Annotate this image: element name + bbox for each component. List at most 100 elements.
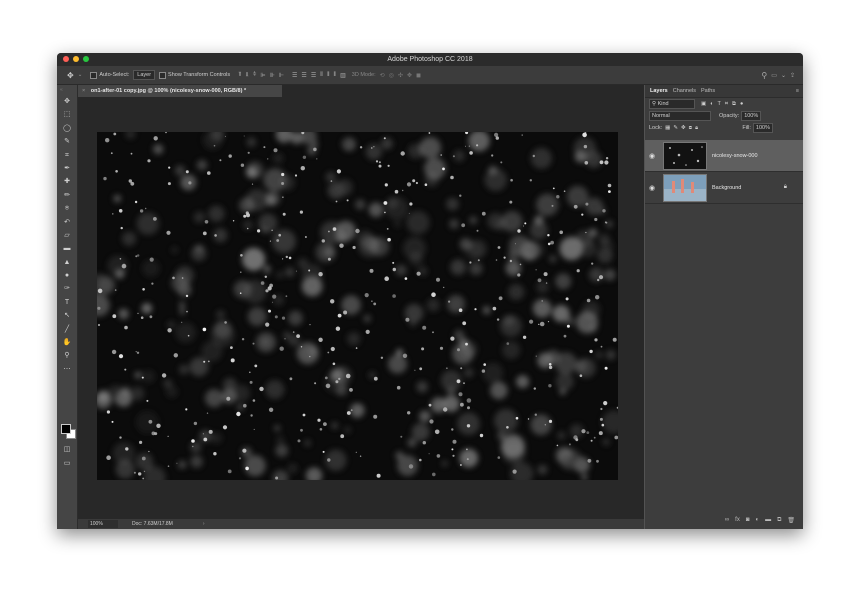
close-tab-icon[interactable]: × <box>82 88 85 94</box>
fill-field[interactable]: 100% <box>752 123 773 133</box>
filter-toggle-icon[interactable]: ● <box>740 101 743 107</box>
filter-shape-icon[interactable]: ⌗ <box>725 101 728 108</box>
share-icon[interactable]: ⇪ <box>790 72 795 79</box>
3d-roll-icon[interactable]: ◎ <box>389 72 394 79</box>
dodge-tool[interactable]: ● <box>57 269 77 282</box>
lock-position-icon[interactable]: ✥ <box>681 125 686 131</box>
crop-tool[interactable]: ⌗ <box>57 149 77 162</box>
workspace-icon[interactable]: ▭ <box>771 72 777 79</box>
visibility-eye-icon[interactable]: ◉ <box>645 184 659 192</box>
screen-mode-icon[interactable]: ▭ <box>57 459 77 467</box>
3d-orbit-icon[interactable]: ⟲ <box>380 72 385 79</box>
filter-type-icon[interactable]: T <box>718 101 721 107</box>
gradient-tool[interactable]: ▬ <box>57 242 77 255</box>
3d-drag-icon[interactable]: ✣ <box>398 72 403 79</box>
align-left-icon[interactable]: ⊫ <box>260 72 265 79</box>
panel-collapse-icon[interactable]: « <box>57 85 77 95</box>
type-tool[interactable]: T <box>57 296 77 309</box>
distribute-right-icon[interactable]: ⦀ <box>333 72 336 79</box>
filter-pixel-icon[interactable]: ▣ <box>701 101 706 107</box>
blend-row: Normal Opacity: 100% <box>645 110 803 122</box>
history-brush-tool[interactable]: ↶ <box>57 216 77 229</box>
auto-align-icon[interactable]: ▥ <box>340 72 346 79</box>
layer-style-icon[interactable]: fx <box>735 517 740 523</box>
auto-select-checkbox[interactable] <box>90 71 98 79</box>
distribute-hcenter-icon[interactable]: ⦀ <box>327 72 330 79</box>
blend-mode-dropdown[interactable]: Normal <box>649 111 711 121</box>
status-menu-arrow-icon[interactable]: › <box>203 521 205 527</box>
3d-scale-icon[interactable]: ◼ <box>416 72 421 79</box>
filter-smart-icon[interactable]: ⧉ <box>732 101 736 108</box>
layer-row[interactable]: ◉ nicolesy-snow-000 <box>645 140 803 172</box>
link-layers-icon[interactable]: ∞ <box>725 517 729 523</box>
more-tools[interactable]: ⋯ <box>57 363 77 376</box>
distribute-bottom-icon[interactable]: ☰ <box>311 72 316 79</box>
adjustment-layer-icon[interactable]: ◐ <box>755 517 759 523</box>
align-right-icon[interactable]: ⊩ <box>279 72 284 79</box>
move-icon[interactable]: ✥ <box>67 71 74 80</box>
search-icon[interactable]: ⚲ <box>761 71 767 80</box>
layer-name[interactable]: Background <box>712 185 741 191</box>
auto-select-label: Auto-Select: <box>99 72 130 78</box>
healing-tool[interactable]: ✚ <box>57 175 77 188</box>
lasso-tool[interactable]: ◯ <box>57 122 77 135</box>
document-tab-title: on1-after-01 copy.jpg @ 100% (nicolesy-s… <box>90 88 247 94</box>
workspace-chevron-icon[interactable]: ⌄ <box>781 72 786 79</box>
close-window-button[interactable] <box>63 56 69 62</box>
visibility-eye-icon[interactable]: ◉ <box>645 152 659 160</box>
image-canvas[interactable] <box>97 132 618 480</box>
opacity-field[interactable]: 100% <box>741 111 762 121</box>
lock-transparency-icon[interactable]: ▦ <box>665 125 670 131</box>
add-mask-icon[interactable]: ◙ <box>746 517 750 523</box>
zoom-window-button[interactable] <box>83 56 89 62</box>
distribute-vcenter-icon[interactable]: ☰ <box>301 72 306 79</box>
pen-tool[interactable]: ✑ <box>57 282 77 295</box>
tab-layers[interactable]: Layers <box>650 88 668 94</box>
line-tool[interactable]: ╱ <box>57 323 77 336</box>
lock-pixels-icon[interactable]: ✎ <box>673 125 678 131</box>
layer-name[interactable]: nicolesy-snow-000 <box>712 153 758 159</box>
document-area: × on1-after-01 copy.jpg @ 100% (nicolesy… <box>78 85 644 529</box>
auto-select-dropdown[interactable]: Layer <box>133 70 156 80</box>
tab-paths[interactable]: Paths <box>701 88 715 94</box>
minimize-window-button[interactable] <box>73 56 79 62</box>
show-transform-checkbox[interactable] <box>159 71 167 79</box>
path-select-tool[interactable]: ↖ <box>57 309 77 322</box>
chevron-down-icon[interactable]: ⌄ <box>78 72 83 78</box>
zoom-level-field[interactable]: 100% <box>88 520 118 528</box>
lock-artboard-icon[interactable]: ⧈ <box>689 125 693 132</box>
new-group-icon[interactable]: ▬ <box>765 517 771 523</box>
distribute-left-icon[interactable]: ⦀ <box>320 72 323 79</box>
align-top-icon[interactable]: ⫪ <box>238 72 241 79</box>
clone-stamp-tool[interactable]: ⍟ <box>57 202 77 215</box>
eyedropper-tool[interactable]: ✒ <box>57 162 77 175</box>
filter-kind-label: Kind <box>657 101 669 107</box>
3d-slide-icon[interactable]: ✥ <box>407 72 412 79</box>
blur-tool[interactable]: ▲ <box>57 256 77 269</box>
quick-select-tool[interactable]: ✎ <box>57 135 77 148</box>
delete-layer-icon[interactable]: 🗑︎ <box>787 517 795 524</box>
panel-tabs: Layers Channels Paths ≡ <box>645 85 803 98</box>
document-tab[interactable]: × on1-after-01 copy.jpg @ 100% (nicolesy… <box>78 85 282 97</box>
tab-channels[interactable]: Channels <box>673 88 696 94</box>
quick-mask-icon[interactable]: ◫ <box>57 445 77 453</box>
snow-image <box>97 132 618 480</box>
layer-row[interactable]: ◉ Background 🔒︎ <box>645 172 803 204</box>
new-layer-icon[interactable]: ⧉ <box>777 517 781 524</box>
move-tool[interactable]: ✥ <box>57 95 77 108</box>
zoom-tool[interactable]: ⚲ <box>57 349 77 362</box>
align-bottom-icon[interactable]: ⫩ <box>253 72 256 79</box>
filter-adjustment-icon[interactable]: ◐ <box>710 101 713 107</box>
layer-filter-dropdown[interactable]: ⚲ Kind <box>649 99 695 109</box>
fill-label: Fill: <box>742 125 751 131</box>
align-vcenter-icon[interactable]: ⫫ <box>246 72 249 79</box>
panel-menu-icon[interactable]: ≡ <box>796 88 799 94</box>
distribute-top-icon[interactable]: ☰ <box>292 72 297 79</box>
align-hcenter-icon[interactable]: ⊪ <box>270 72 275 79</box>
eraser-tool[interactable]: ▱ <box>57 229 77 242</box>
foreground-color-swatch[interactable] <box>61 424 71 434</box>
hand-tool[interactable]: ✋ <box>57 336 77 349</box>
brush-tool[interactable]: ✏ <box>57 189 77 202</box>
marquee-tool[interactable]: ⬚ <box>57 108 77 121</box>
lock-all-icon[interactable]: 🔒︎ <box>695 125 698 132</box>
